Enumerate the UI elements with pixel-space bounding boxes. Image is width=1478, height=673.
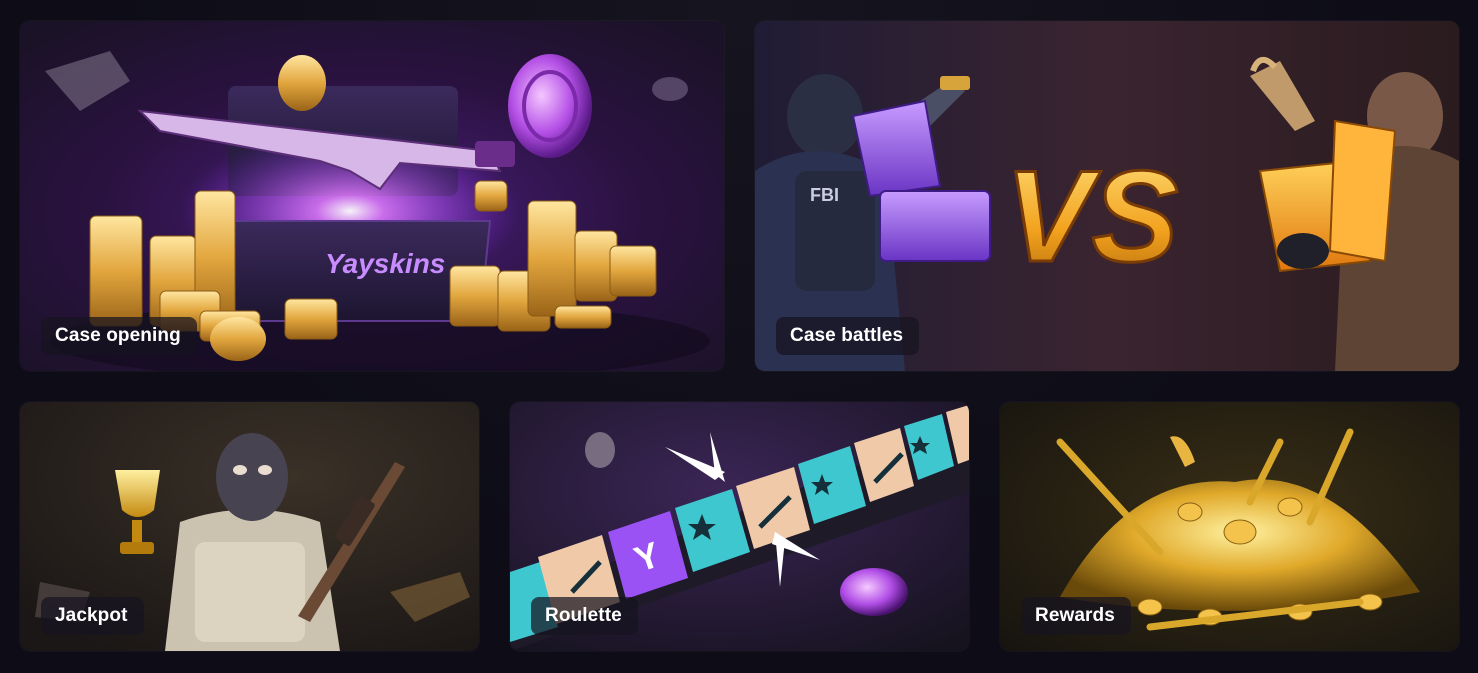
case-battles-label: Case battles [776,317,920,355]
coin-icon [508,54,592,158]
rewards-label: Rewards [1021,597,1131,635]
jackpot-label: Jackpot [41,597,144,635]
roulette-card[interactable]: Y Roulette [510,402,969,651]
roulette-label: Roulette [531,597,638,635]
fbi-badge-text: FBI [810,185,839,205]
jackpot-card[interactable]: Jackpot [20,402,479,651]
rewards-card[interactable]: Rewards [1000,402,1459,651]
case-battles-card[interactable]: FBI VS Case battles [755,21,1459,371]
coin-icon [840,568,908,616]
case-opening-card[interactable]: Yayskins Case opening [20,21,724,371]
game-modes-grid: Yayskins Case opening FBI VS Case battle… [0,0,1478,673]
case-opening-label: Case opening [41,317,197,355]
vs-text: VS [1005,143,1178,289]
yayskins-brand-text: Yayskins [325,248,445,279]
